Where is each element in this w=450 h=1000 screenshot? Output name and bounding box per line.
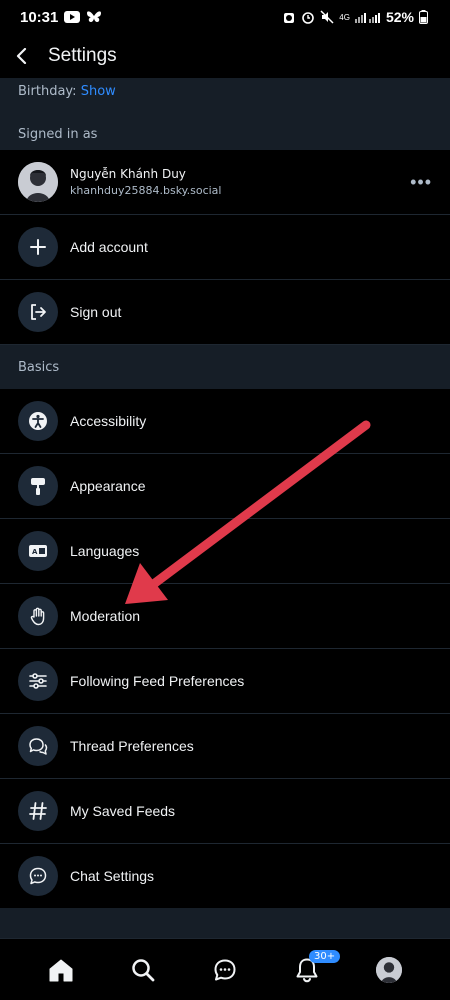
- page-title: Settings: [48, 45, 117, 66]
- sliders-icon: [18, 661, 58, 701]
- sign-out-row[interactable]: Sign out: [0, 280, 450, 345]
- account-name: Nguyễn Khánh Duy: [70, 167, 186, 181]
- alarm-clock-icon: [301, 10, 315, 24]
- settings-item-appearance[interactable]: Appearance: [0, 454, 450, 519]
- birthday-show-link[interactable]: Show: [81, 84, 116, 99]
- profile-avatar: [376, 956, 402, 983]
- settings-item-chat-settings[interactable]: Chat Settings: [0, 844, 450, 909]
- settings-item-languages[interactable]: A Languages: [0, 519, 450, 584]
- top-header: Settings: [0, 34, 450, 78]
- account-row[interactable]: Nguyễn Khánh Duy khanhduy25884.bsky.soci…: [0, 150, 450, 215]
- settings-item-label: Following Feed Preferences: [70, 673, 245, 689]
- nav-profile[interactable]: [367, 948, 411, 992]
- settings-item-accessibility[interactable]: Accessibility: [0, 389, 450, 454]
- section-header-signed-in: Signed in as: [0, 118, 450, 150]
- section-header-next: [0, 908, 450, 938]
- chat-bubbles-icon: [18, 726, 58, 766]
- butterfly-icon: [86, 10, 102, 24]
- nav-messages[interactable]: [203, 948, 247, 992]
- hashtag-icon: [18, 791, 58, 831]
- battery-level: 52%: [385, 9, 414, 25]
- battery-icon: [419, 10, 428, 24]
- settings-item-label: Chat Settings: [70, 868, 155, 884]
- settings-item-label: Thread Preferences: [70, 738, 194, 754]
- search-icon: [132, 958, 155, 981]
- alarm-icon: [282, 10, 296, 24]
- chat-icon: [18, 856, 58, 896]
- more-options-icon[interactable]: •••: [410, 172, 432, 193]
- youtube-icon: [64, 11, 81, 23]
- section-title: Signed in as: [18, 126, 98, 142]
- hand-icon: [18, 596, 58, 636]
- chevron-left-icon: [16, 48, 27, 64]
- section-header-basics: Basics: [0, 345, 450, 389]
- svg-text:A: A: [32, 548, 38, 556]
- signal-icon: [354, 11, 381, 23]
- settings-item-thread-preferences[interactable]: Thread Preferences: [0, 714, 450, 779]
- messages-icon: [214, 959, 236, 980]
- notification-badge: 30+: [309, 949, 341, 963]
- birthday-row: Birthday: Show: [0, 78, 450, 118]
- mute-icon: [320, 10, 334, 24]
- accessibility-icon: [18, 401, 58, 441]
- plus-icon: [18, 227, 58, 267]
- status-time: 10:31: [20, 8, 59, 26]
- language-icon: A: [18, 531, 58, 571]
- settings-item-my-saved-feeds[interactable]: My Saved Feeds: [0, 779, 450, 844]
- account-handle: khanhduy25884.bsky.social: [70, 184, 222, 197]
- sign-out-label: Sign out: [70, 304, 122, 320]
- nav-home[interactable]: [39, 948, 83, 992]
- settings-item-label: Appearance: [70, 478, 146, 494]
- settings-item-label: My Saved Feeds: [70, 803, 176, 819]
- settings-item-label: Accessibility: [70, 413, 147, 429]
- settings-item-label: Languages: [70, 543, 140, 559]
- bottom-navigation: 30+: [0, 938, 450, 1000]
- section-title: Basics: [18, 359, 60, 375]
- settings-item-label: Moderation: [70, 608, 141, 624]
- home-icon: [49, 959, 73, 981]
- network-type: 4G: [339, 12, 350, 22]
- add-account-row[interactable]: Add account: [0, 215, 450, 280]
- add-account-label: Add account: [70, 239, 148, 255]
- sign-out-icon: [18, 292, 58, 332]
- settings-item-following-feed-preferences[interactable]: Following Feed Preferences: [0, 649, 450, 714]
- nav-search[interactable]: [121, 948, 165, 992]
- status-bar: 10:31 4G 52%: [0, 0, 450, 34]
- birthday-label: Birthday:: [18, 84, 77, 99]
- avatar: [18, 162, 58, 202]
- back-button[interactable]: [12, 41, 32, 71]
- settings-item-moderation[interactable]: Moderation: [0, 584, 450, 649]
- paint-roller-icon: [18, 466, 58, 506]
- nav-notifications[interactable]: 30+: [285, 948, 341, 992]
